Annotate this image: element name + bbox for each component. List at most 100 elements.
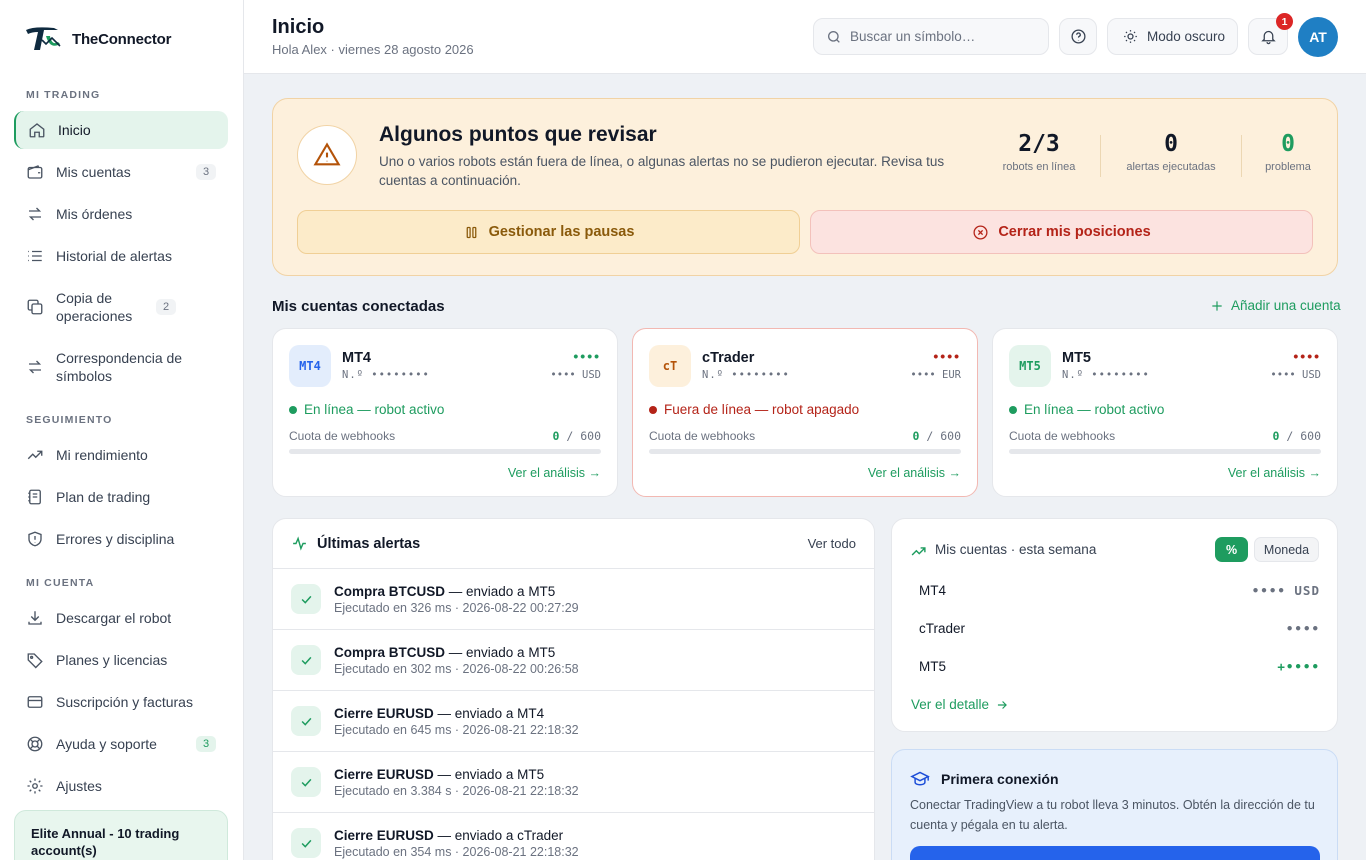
sidebar-item-download[interactable]: Descargar el robot — [14, 599, 228, 637]
manage-pauses-button[interactable]: Gestionar las pausas — [297, 210, 800, 254]
alert-title: Compra BTCUSD — enviado a MT5 — [334, 645, 579, 660]
account-currency: •••• EUR — [910, 369, 961, 381]
warning-banner: Algunos puntos que revisar Uno o varios … — [272, 98, 1338, 276]
sidebar-item-symbol-mapping[interactable]: Correspondencia de símbolos — [14, 346, 228, 388]
account-card-ctrader[interactable]: cT cTrader N.º •••••••• •••• •••• EUR Fu… — [632, 328, 978, 497]
alert-row[interactable]: Compra BTCUSD — enviado a MT5 Ejecutado … — [273, 630, 874, 691]
sidebar-item-errors[interactable]: Errores y disciplina — [14, 520, 228, 558]
alert-row[interactable]: Cierre EURUSD — enviado a MT4 Ejecutado … — [273, 691, 874, 752]
alert-title: Compra BTCUSD — enviado a MT5 — [334, 584, 579, 599]
section-label-trading: MI TRADING — [26, 89, 101, 101]
pause-icon — [466, 226, 476, 238]
sidebar-item-label: Mi rendimiento — [56, 447, 148, 463]
alert-row[interactable]: Compra BTCUSD — enviado a MT5 Ejecutado … — [273, 569, 874, 630]
weekly-title: Mis cuentas · esta semana — [935, 542, 1097, 557]
account-name: cTrader — [702, 350, 755, 366]
brand[interactable]: TheConnector — [24, 24, 171, 54]
sidebar-item-inicio[interactable]: Inicio — [14, 111, 228, 149]
view-detail-label: Ver el detalle — [911, 697, 990, 712]
alert-target: — enviado a cTrader — [433, 827, 564, 843]
account-status: En línea — robot activo — [1009, 402, 1164, 417]
toggle-percent[interactable]: % — [1215, 537, 1248, 562]
tag-icon — [27, 653, 43, 669]
account-currency: •••• USD — [550, 369, 601, 381]
sidebar-item-label: Errores y disciplina — [56, 531, 175, 547]
stat-value: 2/3 — [1018, 131, 1060, 157]
sidebar-item-orders[interactable]: Mis órdenes — [14, 195, 228, 233]
sidebar-item-accounts[interactable]: Mis cuentas 3 — [14, 153, 228, 191]
add-account-link[interactable]: Añadir una cuenta — [1210, 298, 1341, 313]
sidebar-item-support[interactable]: Ayuda y soporte 3 — [14, 725, 228, 763]
section-label-account: MI CUENTA — [26, 577, 95, 589]
sidebar-item-subscription[interactable]: Suscripción y facturas — [14, 683, 228, 721]
account-card-mt4[interactable]: MT4 MT4 N.º •••••••• •••• •••• USD En lí… — [272, 328, 618, 497]
help-button[interactable] — [1059, 18, 1097, 55]
weekly-accounts-card: Mis cuentas · esta semana % Moneda MT4 •… — [891, 518, 1338, 732]
sidebar-item-label: Copia de operaciones — [56, 290, 133, 324]
credit-card-icon — [27, 696, 43, 708]
sidebar-item-label: Mis órdenes — [56, 206, 133, 222]
view-analysis-link[interactable]: Ver el análisis → — [508, 466, 601, 480]
sidebar-item-label: Plan de trading — [56, 489, 151, 505]
brand-name: TheConnector — [72, 30, 172, 48]
stat-value: 0 — [1281, 131, 1295, 157]
alert-row[interactable]: Cierre EURUSD — enviado a MT5 Ejecutado … — [273, 752, 874, 813]
help-circle-icon — [1070, 29, 1086, 44]
banner-text: Uno o varios robots están fuera de línea… — [379, 154, 945, 188]
alert-action: Compra BTCUSD — [334, 644, 446, 660]
sidebar-item-label: Ajustes — [56, 778, 102, 794]
close-positions-label: Cerrar mis posiciones — [998, 224, 1151, 240]
avatar[interactable]: AT — [1298, 17, 1338, 57]
graduation-cap-icon — [910, 771, 930, 786]
arrows-swap-icon — [28, 207, 42, 221]
dark-mode-button[interactable]: Modo oscuro — [1107, 18, 1238, 55]
close-circle-icon — [973, 224, 988, 240]
alert-title: Cierre EURUSD — enviado a MT4 — [334, 706, 579, 721]
sidebar-item-trading-plan[interactable]: Plan de trading — [14, 478, 228, 516]
toggle-currency[interactable]: Moneda — [1254, 537, 1319, 562]
account-name: MT5 — [1062, 350, 1091, 366]
see-all-link[interactable]: Ver todo — [808, 536, 856, 551]
quota-total: 600 — [940, 429, 961, 443]
sidebar-item-performance[interactable]: Mi rendimiento — [14, 436, 228, 474]
alert-title: Cierre EURUSD — enviado a cTrader — [334, 828, 579, 843]
notifications-button[interactable]: 1 — [1248, 13, 1293, 55]
sidebar-item-label: Planes y licencias — [56, 652, 168, 668]
alert-target: — enviado a MT4 — [433, 705, 545, 721]
sidebar-item-label: Inicio — [58, 122, 91, 138]
sidebar-item-alert-history[interactable]: Historial de alertas — [14, 237, 228, 275]
plan-box[interactable]: Elite Annual - 10 trading account(s) — [14, 810, 228, 860]
sidebar-item-plans[interactable]: Planes y licencias — [14, 641, 228, 679]
alert-detail: Ejecutado en 645 ms · 2026-08-21 22:18:3… — [334, 722, 579, 737]
close-positions-button[interactable]: Cerrar mis posiciones — [810, 210, 1313, 254]
account-number: N.º •••••••• — [702, 369, 790, 381]
view-detail-link[interactable]: Ver el detalle — [911, 697, 1009, 712]
status-label: En línea — robot activo — [1024, 402, 1165, 417]
quota-used: 0 — [912, 429, 920, 443]
check-icon — [291, 767, 321, 797]
account-card-mt5[interactable]: MT5 MT5 N.º •••••••• •••• •••• USD En lí… — [992, 328, 1338, 497]
weekly-row: MT5 +•••• — [919, 659, 1320, 674]
stat-label: robots en línea — [1002, 161, 1076, 173]
first-connection-cta-button[interactable] — [910, 846, 1320, 860]
page-title: Inicio — [272, 16, 325, 38]
view-analysis-link[interactable]: Ver el análisis → — [1228, 466, 1321, 480]
alert-action: Cierre EURUSD — [334, 766, 434, 782]
view-analysis-link[interactable]: Ver el análisis → — [868, 466, 961, 480]
stat-problems: 0 problema — [1258, 131, 1318, 173]
account-number: N.º •••••••• — [1062, 369, 1150, 381]
stat-alerts-executed: 0 alertas ejecutadas — [1119, 131, 1223, 173]
alert-detail: Ejecutado en 354 ms · 2026-08-21 22:18:3… — [334, 844, 579, 859]
sidebar-item-copy-trading[interactable]: Copia de operaciones 2 — [14, 286, 228, 328]
activity-icon — [293, 536, 306, 551]
stat-divider — [1100, 135, 1101, 177]
alert-detail: Ejecutado en 3.384 s · 2026-08-21 22:18:… — [334, 783, 579, 798]
search-icon — [828, 30, 840, 43]
dark-mode-label: Modo oscuro — [1147, 29, 1226, 44]
sidebar-item-settings[interactable]: Ajustes — [14, 767, 228, 805]
search-box[interactable] — [813, 18, 1049, 55]
search-input[interactable] — [850, 29, 1030, 44]
alert-row[interactable]: Cierre EURUSD — enviado a cTrader Ejecut… — [273, 813, 874, 860]
trend-up-icon — [911, 547, 926, 556]
stat-value: 0 — [1164, 131, 1178, 157]
